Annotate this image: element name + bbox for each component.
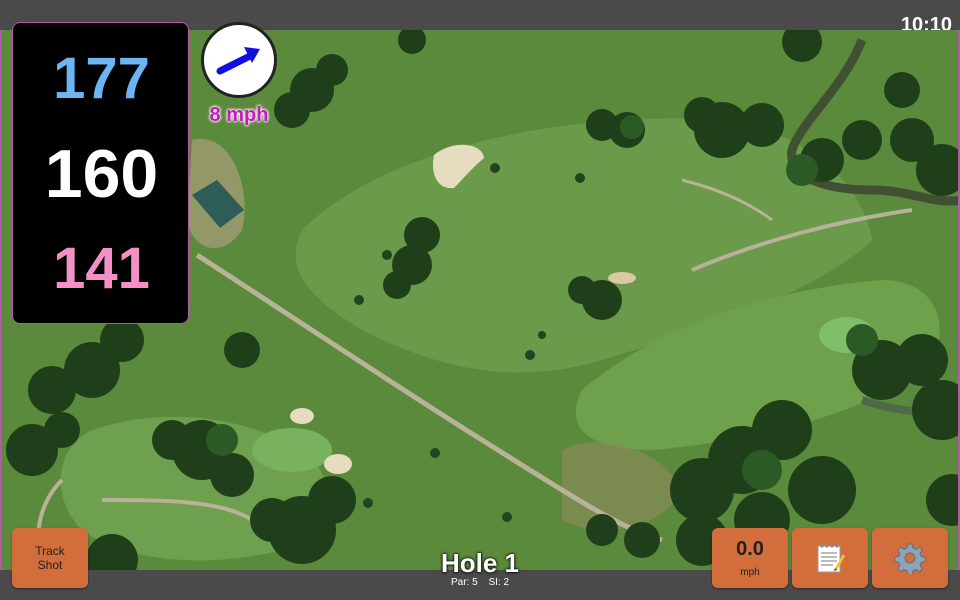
speed-value: 0.0: [736, 538, 764, 560]
hole-stroke-index: SI: 2: [488, 577, 510, 588]
arrow-right-icon: [216, 47, 260, 75]
track-shot-button[interactable]: Track Shot: [12, 528, 88, 588]
notes-button[interactable]: [792, 528, 868, 588]
hole-title: Hole 1: [440, 548, 520, 578]
wind-speed: 8 mph: [209, 104, 269, 126]
track-shot-label-line2: Shot: [37, 558, 63, 572]
track-shot-label-line1: Track: [35, 544, 65, 558]
distance-panel: 177 160 141: [12, 22, 189, 324]
gear-icon: [894, 543, 926, 574]
distance-front: 141: [53, 236, 150, 301]
distance-middle: 160: [44, 136, 159, 212]
hole-par: Par: 5: [450, 577, 478, 588]
speed-unit: mph: [740, 567, 760, 578]
distance-back: 177: [53, 46, 150, 111]
speed-button[interactable]: 0.0 mph: [712, 528, 788, 588]
notepad-icon: [817, 544, 845, 573]
hole-meta: Par: 5 SI: 2: [400, 577, 560, 588]
settings-button[interactable]: [872, 528, 948, 588]
wind-indicator: [201, 22, 277, 98]
